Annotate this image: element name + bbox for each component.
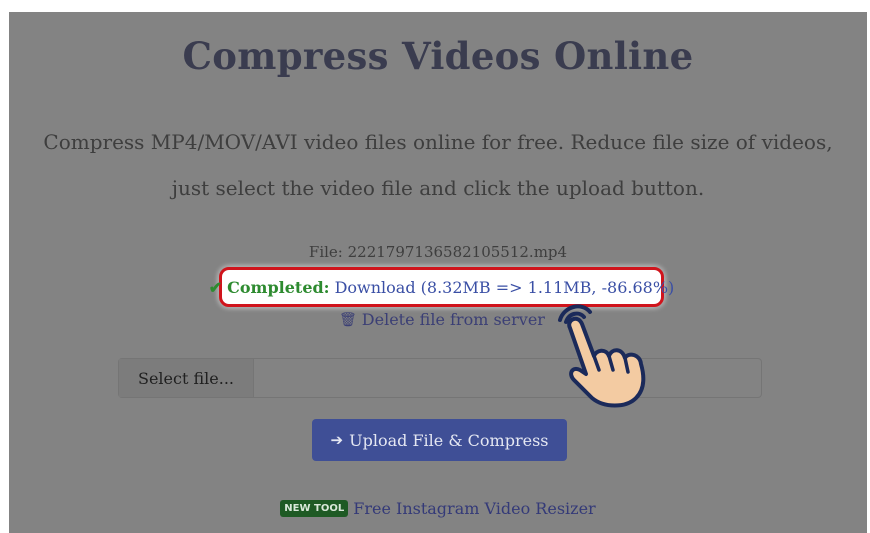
selected-file-field[interactable]: [254, 359, 761, 397]
trash-icon: 🗑: [339, 311, 357, 328]
delete-file-label: Delete file from server: [361, 310, 545, 329]
download-link[interactable]: Download (8.32MB => 1.11MB, -86.68%): [335, 278, 675, 297]
completed-label: Completed:: [227, 277, 330, 297]
instagram-resizer-link[interactable]: Free Instagram Video Resizer: [353, 499, 595, 518]
new-tool-promo: NEW TOOL Free Instagram Video Resizer: [9, 499, 867, 518]
upload-compress-button[interactable]: ➔ Upload File & Compress: [312, 419, 567, 461]
pointing-hand-icon: [558, 304, 646, 408]
arrow-right-icon: ➔: [330, 431, 344, 449]
page-overlay: Compress Videos Online Compress MP4/MOV/…: [9, 12, 867, 533]
select-file-button[interactable]: Select file...: [119, 359, 254, 397]
file-picker: Select file...: [118, 358, 762, 398]
checkmark-icon: ✔: [208, 277, 223, 297]
new-tool-badge: NEW TOOL: [280, 500, 349, 517]
description-line-1: Compress MP4/MOV/AVI video files online …: [43, 130, 833, 154]
page-title: Compress Videos Online: [182, 34, 694, 78]
delete-file-link[interactable]: 🗑 Delete file from server: [339, 310, 545, 329]
description-line-2: just select the video file and click the…: [171, 176, 705, 200]
upload-button-label: Upload File & Compress: [349, 430, 549, 450]
file-name-label: File: 2221797136582105512.mp4: [308, 243, 568, 261]
